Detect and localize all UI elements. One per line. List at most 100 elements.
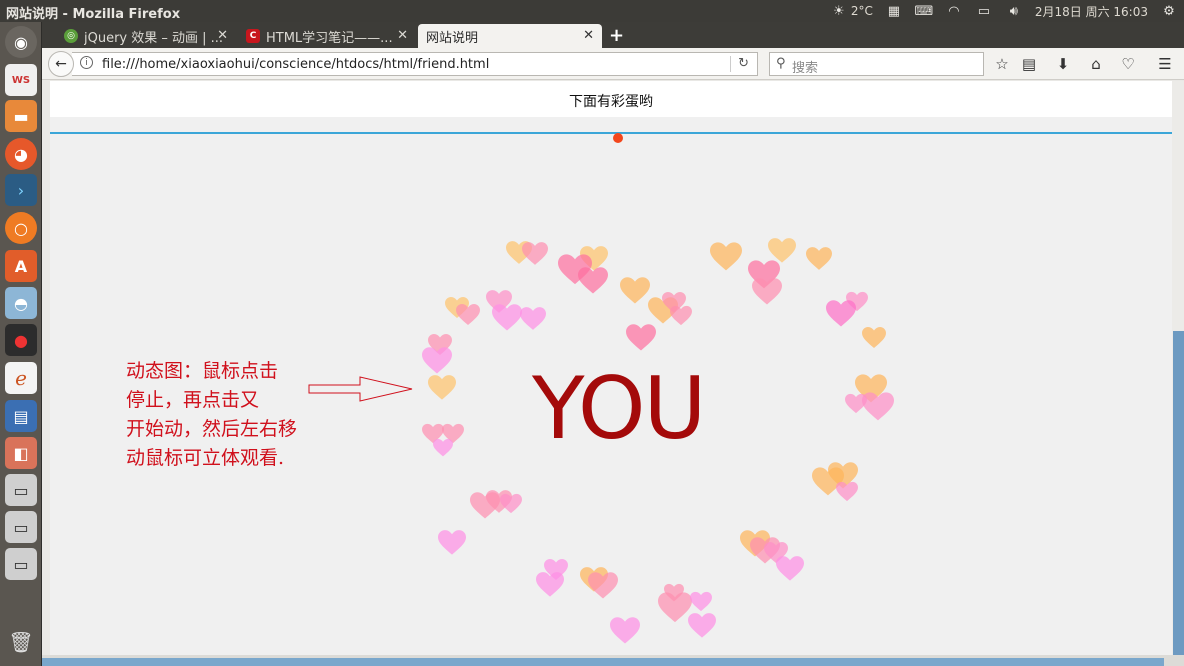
color-palette-icon[interactable]: ◧ <box>5 437 37 469</box>
arrow-icon <box>308 376 413 402</box>
heart-icon <box>690 591 712 612</box>
heart-icon <box>588 572 618 599</box>
annotation-line: 动态图：鼠标点击 <box>126 360 279 382</box>
heart-icon <box>670 305 692 326</box>
search-input[interactable]: ⚲ 搜索 <box>769 52 984 76</box>
heart-icon <box>438 530 466 555</box>
menu-icon[interactable]: ☰ <box>1156 55 1174 73</box>
ubuntu-software-icon[interactable]: ○ <box>5 212 37 244</box>
bookmark-star-icon[interactable]: ☆ <box>993 55 1011 73</box>
battery-icon[interactable]: ▭ <box>975 3 993 19</box>
header-divider <box>50 132 1172 134</box>
heart-icon <box>492 304 522 331</box>
calendar-icon[interactable]: ▦ <box>885 3 903 19</box>
close-icon[interactable]: ✕ <box>397 28 408 43</box>
annotation-text: 动态图：鼠标点击 停止，再点击又 开始动，然后左右移 动鼠标可立体观看. <box>126 357 336 473</box>
dash-icon[interactable]: ◉ <box>5 26 37 58</box>
tab-label: 网站说明 <box>426 30 479 46</box>
heart-icon <box>806 247 832 270</box>
drive-icon[interactable]: ▭ <box>5 474 37 506</box>
new-tab-button[interactable]: + <box>609 25 624 46</box>
url-bar[interactable]: i file:///home/xiaoxiaohui/conscience/ht… <box>72 52 758 76</box>
back-arrow-icon: ← <box>55 56 67 72</box>
disk-utility-icon[interactable]: ◓ <box>5 287 37 319</box>
close-icon[interactable]: ✕ <box>217 28 228 43</box>
heart-icon <box>836 481 858 502</box>
tab-bar: ◎ jQuery 效果 – 动画 | ... ✕ C HTML学习笔记——...… <box>42 22 1184 48</box>
heart-icon <box>776 556 804 581</box>
heart-icon <box>456 304 480 325</box>
heart-icon <box>578 267 608 294</box>
drive-icon[interactable]: ▭ <box>5 548 37 580</box>
heart-icon <box>862 392 894 421</box>
download-icon[interactable]: ⬇ <box>1054 55 1072 73</box>
search-icon: ⚲ <box>776 56 786 71</box>
window-title: 网站说明 - Mozilla Firefox <box>6 7 181 22</box>
pocket-icon[interactable]: ♡ <box>1119 55 1137 73</box>
system-tray: ☀ 2°C ▦ ⌨ ◠ ▭ 🔊︎ 2月18日 周六 16:03 ⚙ <box>830 0 1178 22</box>
you-text: YOU <box>532 359 706 459</box>
tab-jquery[interactable]: ◎ jQuery 效果 – 动画 | ... ✕ <box>56 24 236 48</box>
horizontal-scrollbar-thumb[interactable] <box>42 658 1164 666</box>
keyboard-icon[interactable]: ⌨ <box>915 3 934 19</box>
browser-e-icon[interactable]: e <box>5 362 37 394</box>
page-header: 下面有彩蛋哟 <box>50 81 1172 117</box>
settings-gear-icon[interactable]: ⚙ <box>1160 3 1178 19</box>
c-logo-icon: C <box>246 29 260 43</box>
heart-icon <box>658 592 692 623</box>
url-text: file:///home/xiaoxiaohui/conscience/htdo… <box>102 57 490 72</box>
reload-icon[interactable]: ↻ <box>738 56 749 71</box>
firefox-window: ◎ jQuery 效果 – 动画 | ... ✕ C HTML学习笔记——...… <box>42 22 1184 666</box>
heart-icon <box>826 300 856 327</box>
tab-label: jQuery 效果 – 动画 | ... <box>84 30 222 46</box>
vertical-scrollbar-thumb[interactable] <box>1173 331 1184 655</box>
search-placeholder: 搜索 <box>792 61 819 76</box>
heart-icon <box>710 242 742 271</box>
tab-site-description[interactable]: 网站说明 ✕ <box>418 24 602 48</box>
tab-label: HTML学习笔记——... <box>266 30 393 46</box>
heart-icon <box>752 278 782 305</box>
media-player-icon[interactable]: ● <box>5 324 37 356</box>
heart-icon <box>620 277 650 304</box>
heart-icon <box>428 375 456 400</box>
page-viewport: 下面有彩蛋哟 YOU 动态图：鼠标点击 停止，再点击又 开始动，然后左右移 动鼠… <box>50 81 1172 655</box>
volume-icon[interactable]: 🔊︎ <box>1005 3 1023 19</box>
heart-icon <box>520 307 546 330</box>
app-store-icon[interactable]: A <box>5 250 37 282</box>
heart-icon <box>626 324 656 351</box>
heart-icon <box>688 613 716 638</box>
files-folder-icon[interactable]: ▬ <box>5 100 37 132</box>
close-icon[interactable]: ✕ <box>583 28 594 43</box>
tab-html-notes[interactable]: C HTML学习笔记——... ✕ <box>238 24 416 48</box>
divider <box>730 56 731 72</box>
weather-indicator[interactable]: ☀ 2°C <box>830 3 873 19</box>
red-dot <box>613 133 623 143</box>
heart-icon <box>422 347 452 374</box>
heart-icon <box>610 617 640 644</box>
terminal-icon[interactable]: › <box>5 174 37 206</box>
heart-icon <box>522 242 548 265</box>
back-button[interactable]: ← <box>48 51 74 77</box>
home-icon[interactable]: ⌂ <box>1087 55 1105 73</box>
firefox-icon[interactable]: ◕ <box>5 138 37 170</box>
wps-office-icon[interactable]: WS <box>5 64 37 96</box>
weather-temp: 2°C <box>850 4 873 18</box>
reading-list-icon[interactable]: ▤ <box>1020 55 1038 73</box>
nav-bar: i file:///home/xiaoxiaohui/conscience/ht… <box>42 48 1184 80</box>
top-panel: 网站说明 - Mozilla Firefox ☀ 2°C ▦ ⌨ ◠ ▭ 🔊︎ … <box>0 0 1184 22</box>
annotation-line: 停止，再点击又 <box>126 389 260 411</box>
launcher: ◉ WS ▬ ◕ › ○ A ◓ ● e ▤ ◧ ▭ ▭ ▭ 🗑︎ <box>0 22 42 666</box>
heart-icon <box>500 493 522 514</box>
globe-icon: ◎ <box>64 29 78 43</box>
drive-icon[interactable]: ▭ <box>5 511 37 543</box>
heart-icon <box>433 438 453 457</box>
wifi-icon[interactable]: ◠ <box>945 3 963 19</box>
heart-icon <box>862 327 886 348</box>
annotation-line: 开始动，然后左右移 <box>126 418 298 440</box>
trash-icon[interactable]: 🗑︎ <box>5 626 37 658</box>
annotation-line: 动鼠标可立体观看. <box>126 447 285 469</box>
workspace-switcher-icon[interactable]: ▤ <box>5 400 37 432</box>
clock[interactable]: 2月18日 周六 16:03 <box>1035 3 1148 20</box>
info-icon[interactable]: i <box>80 56 93 69</box>
weather-icon: ☀ <box>833 3 845 19</box>
